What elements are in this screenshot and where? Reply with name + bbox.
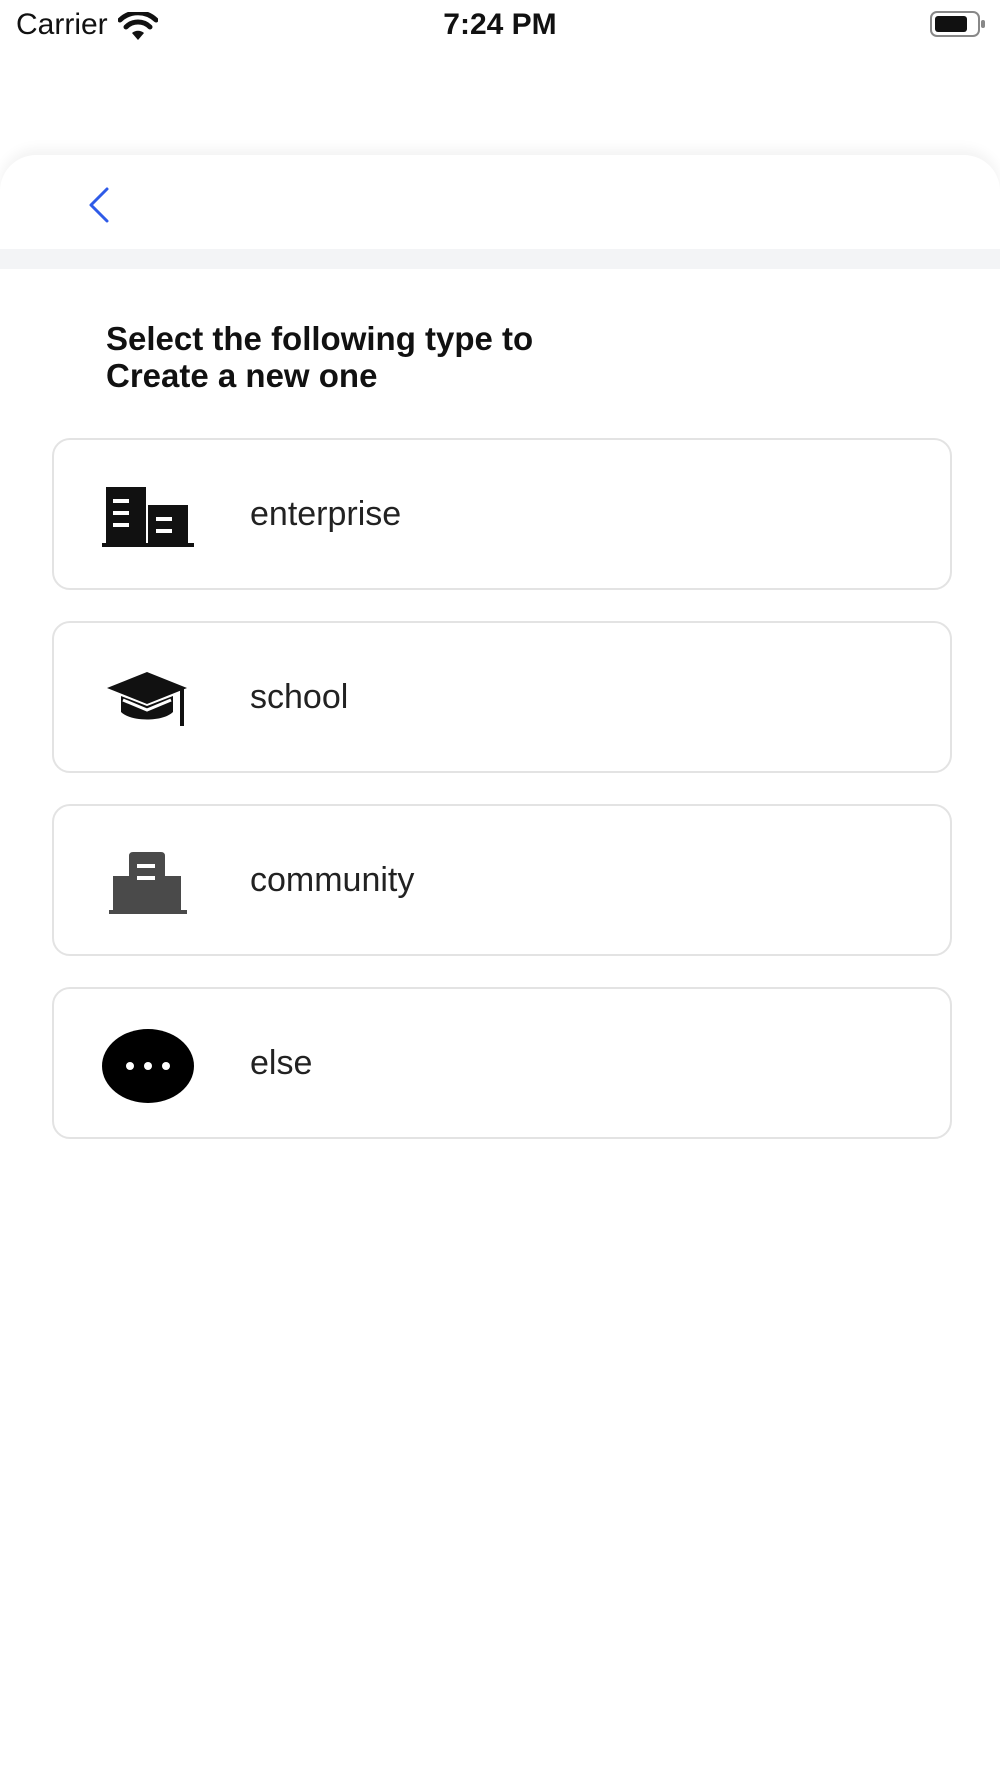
back-button[interactable] xyxy=(76,179,120,231)
community-building-icon xyxy=(100,848,196,918)
option-label: community xyxy=(250,861,415,899)
chevron-left-icon xyxy=(89,187,109,223)
building-icon xyxy=(100,482,196,552)
option-school[interactable]: school xyxy=(52,621,952,773)
option-enterprise[interactable]: enterprise xyxy=(52,438,952,590)
status-bar: Carrier 7:24 PM xyxy=(0,0,1000,52)
graduation-cap-icon xyxy=(100,665,196,735)
status-time: 7:24 PM xyxy=(443,8,557,41)
heading-line-2: Create a new one xyxy=(106,357,378,394)
option-label: school xyxy=(250,678,349,716)
nav-divider xyxy=(0,249,1000,269)
type-options-list: enterprise school community else xyxy=(52,438,952,1170)
navigation-bar xyxy=(0,155,1000,251)
option-else[interactable]: else xyxy=(52,987,952,1139)
option-community[interactable]: community xyxy=(52,804,952,956)
heading-line-1: Select the following type to xyxy=(106,320,534,357)
battery-icon xyxy=(930,11,986,37)
option-label: else xyxy=(250,1044,313,1082)
more-dots-icon xyxy=(100,1029,196,1103)
option-label: enterprise xyxy=(250,495,402,533)
page-heading: Select the following type to Create a ne… xyxy=(106,320,706,394)
